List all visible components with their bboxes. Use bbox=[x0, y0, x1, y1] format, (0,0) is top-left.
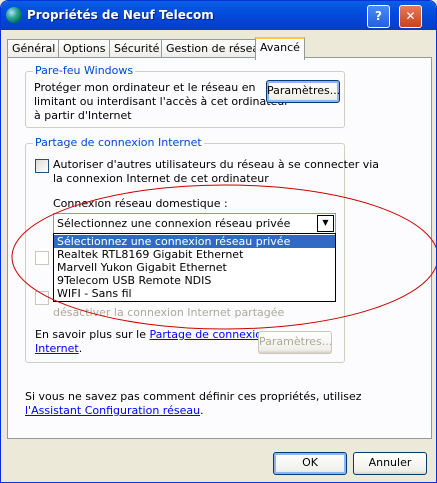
tab-advanced[interactable]: Avancé bbox=[255, 37, 305, 60]
annotation-ellipse bbox=[11, 184, 436, 330]
properties-window: Propriétés de Neuf Telecom ? ✕ Général O… bbox=[0, 0, 437, 483]
